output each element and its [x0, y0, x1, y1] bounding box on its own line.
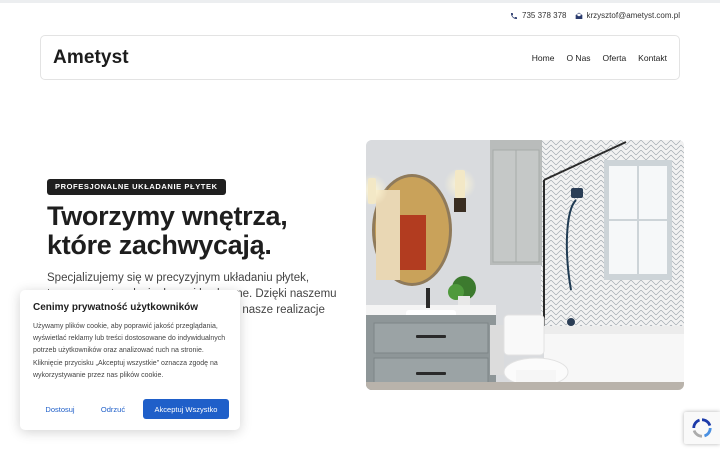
bathroom-photo — [366, 140, 684, 390]
main-nav: Home O Nas Oferta Kontakt — [532, 53, 667, 63]
site-logo[interactable]: Ametyst — [53, 47, 129, 69]
phone-icon — [511, 12, 518, 19]
navbar: Ametyst Home O Nas Oferta Kontakt — [40, 35, 680, 80]
phone-number: 735 378 378 — [522, 11, 567, 20]
top-strip — [0, 0, 720, 3]
email-address: krzysztof@ametyst.com.pl — [586, 11, 680, 20]
cookie-text: Używamy plików cookie, aby poprawić jako… — [33, 323, 226, 379]
cookie-buttons: Dostosuj Odrzuć Akceptuj Wszystko — [33, 399, 229, 419]
customize-button[interactable]: Dostosuj — [34, 399, 86, 419]
nav-kontakt[interactable]: Kontakt — [638, 53, 667, 63]
hero-title: Tworzymy wnętrza, które zachwycają. — [47, 202, 347, 260]
cookie-consent-dialog: Cenimy prywatność użytkowników Używamy p… — [20, 290, 240, 430]
nav-oferta[interactable]: Oferta — [603, 53, 627, 63]
recaptcha-icon — [692, 418, 712, 438]
accept-all-button[interactable]: Akceptuj Wszystko — [143, 399, 229, 419]
email-contact[interactable]: krzysztof@ametyst.com.pl — [575, 11, 680, 20]
hero-title-line-2: które zachwycają. — [47, 230, 272, 260]
cookie-title: Cenimy prywatność użytkowników — [33, 302, 199, 313]
phone-contact[interactable]: 735 378 378 — [510, 11, 567, 20]
hero-badge: PROFESJONALNE UKŁADANIE PŁYTEK — [47, 179, 226, 195]
contact-bar: 735 378 378 krzysztof@ametyst.com.pl — [510, 11, 680, 20]
recaptcha-badge[interactable] — [684, 412, 720, 444]
nav-o-nas[interactable]: O Nas — [566, 53, 590, 63]
nav-home[interactable]: Home — [532, 53, 555, 63]
hero-title-line-1: Tworzymy wnętrza, — [47, 201, 288, 231]
envelope-icon — [575, 12, 582, 19]
reject-button[interactable]: Odrzuć — [87, 399, 139, 419]
